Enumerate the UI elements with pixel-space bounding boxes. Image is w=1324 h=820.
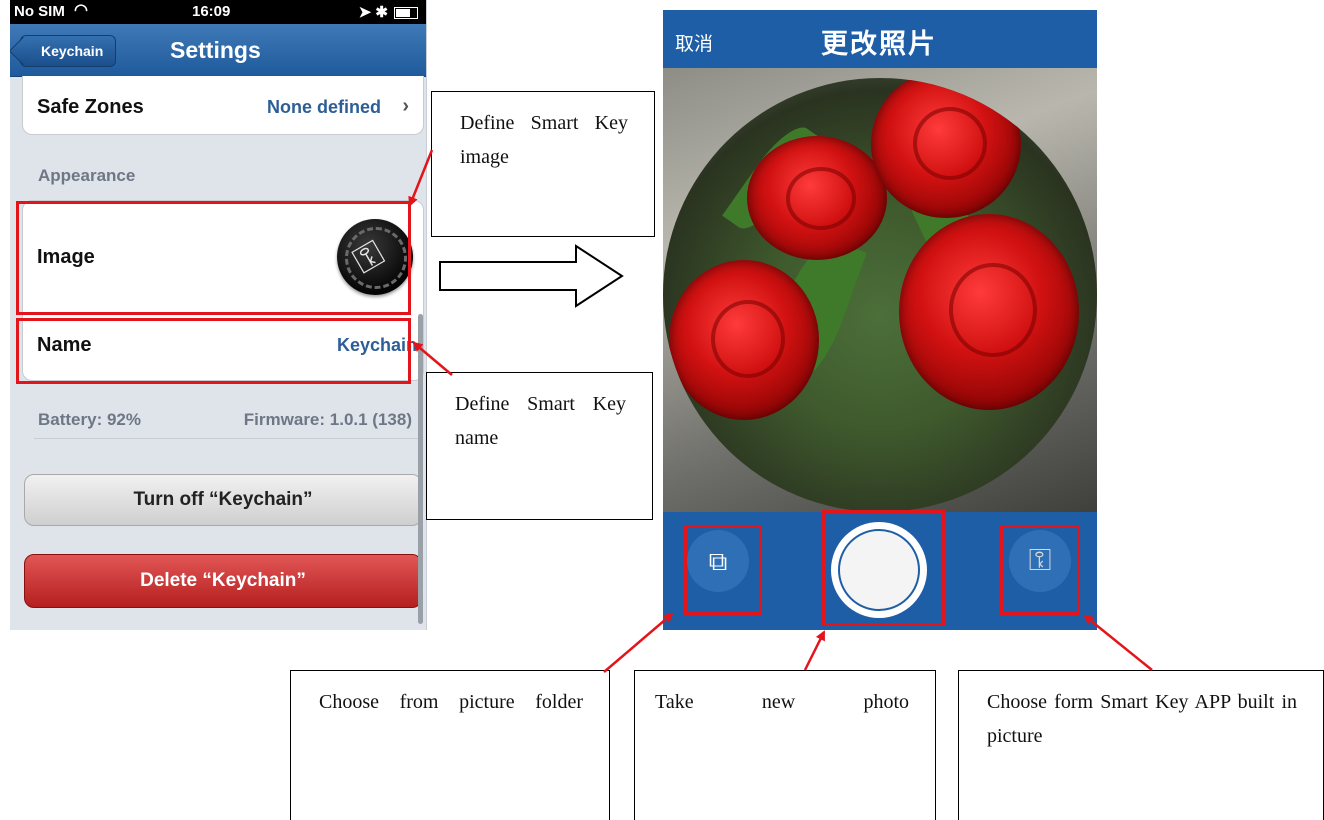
arrow-to-shutter-button [803, 630, 826, 671]
arrow-to-image-row [408, 149, 434, 207]
right-arrow-icon [439, 244, 624, 308]
annotation-arrows [408, 149, 1153, 673]
arrow-to-gallery-button [603, 612, 674, 673]
arrow-to-builtin-button [1083, 614, 1153, 671]
arrow-to-name-row [412, 341, 453, 376]
